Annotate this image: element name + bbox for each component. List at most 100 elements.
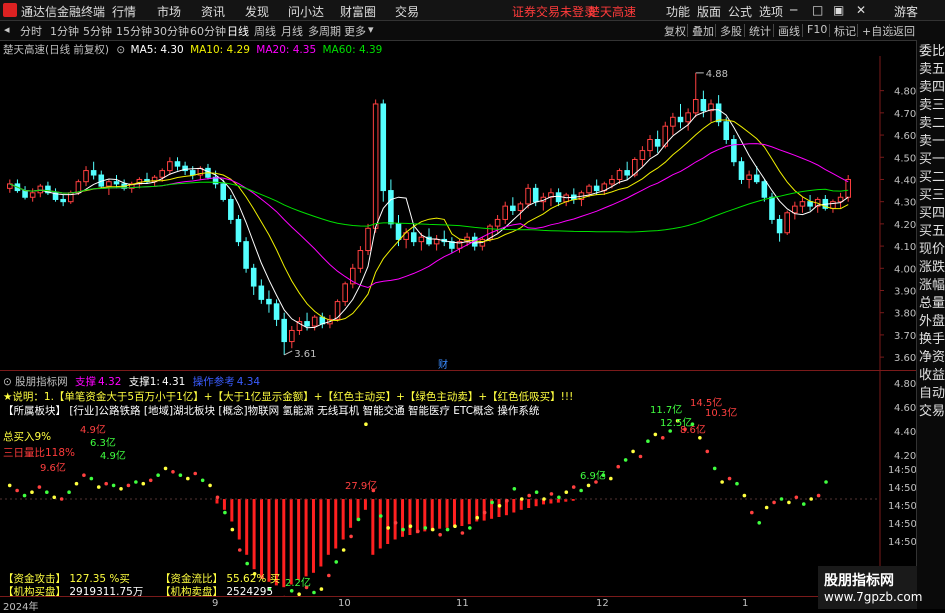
menu-item-layout[interactable]: 版面 xyxy=(697,3,721,20)
side-tab-5[interactable]: 卖一 xyxy=(919,134,945,149)
period-tab-1min[interactable]: 1分钟 xyxy=(50,23,79,39)
side-tab-3[interactable]: 卖三 xyxy=(919,98,945,113)
guest-label[interactable]: 游客 xyxy=(894,3,918,20)
price-tick-label: 4.70 xyxy=(894,109,916,120)
side-tab-7[interactable]: 买二 xyxy=(919,170,945,185)
tool-draw[interactable]: 画线 xyxy=(778,23,800,39)
side-tab-4[interactable]: 卖二 xyxy=(919,116,945,131)
signal-dot xyxy=(141,482,145,486)
signal-dot xyxy=(90,477,94,481)
menu-item-ask[interactable]: 问小达 xyxy=(288,3,324,20)
tool-adjust[interactable]: 复权 xyxy=(664,23,686,39)
signal-dot xyxy=(668,429,672,433)
side-tab-16[interactable]: 换手 xyxy=(919,332,945,347)
signal-dot xyxy=(809,497,813,501)
volume-bar xyxy=(572,499,575,501)
period-tab-daily[interactable]: 日线 xyxy=(227,23,249,39)
side-tab-6[interactable]: 买一 xyxy=(919,152,945,167)
tool-f10[interactable]: F10 xyxy=(807,23,827,36)
signal-dot xyxy=(720,480,724,484)
maximize-icon[interactable]: ▣ xyxy=(833,3,844,17)
side-tab-18[interactable]: 收益 xyxy=(919,368,945,383)
side-tab-11[interactable]: 现价 xyxy=(919,242,945,257)
more-dropdown-icon[interactable]: ▾ xyxy=(368,23,374,36)
side-tab-2[interactable]: 卖四 xyxy=(919,80,945,95)
candle-body xyxy=(777,219,782,232)
menu-item-market[interactable]: 市场 xyxy=(157,3,181,20)
signal-dot xyxy=(550,492,554,496)
indicator-chart[interactable]: 4.804.604.404.2014:5014:5014:5014:5014:5… xyxy=(0,371,916,596)
tool-back[interactable]: 返回 xyxy=(893,23,915,39)
side-tab-10[interactable]: 买五 xyxy=(919,224,945,239)
candle-body xyxy=(434,239,439,243)
side-tab-9[interactable]: 买四 xyxy=(919,206,945,221)
side-tab-1[interactable]: 卖五 xyxy=(919,62,945,77)
period-tab-more[interactable]: 更多 xyxy=(344,23,366,39)
side-tab-15[interactable]: 外盘 xyxy=(919,314,945,329)
period-tab-5min[interactable]: 5分钟 xyxy=(83,23,112,39)
menu-item-wealth[interactable]: 财富圈 xyxy=(340,3,376,20)
period-tab-intraday[interactable]: 分时 xyxy=(20,23,42,39)
login-notice[interactable]: 证券交易未登录 xyxy=(512,3,596,20)
signal-dot xyxy=(386,526,390,530)
tool-multi-stock[interactable]: 多股 xyxy=(720,23,742,39)
side-tab-12[interactable]: 涨跌 xyxy=(919,260,945,275)
volume-bar xyxy=(408,499,411,535)
signal-dot xyxy=(201,479,205,483)
price-tick-label: 3.70 xyxy=(894,331,916,342)
tool-mark[interactable]: 标记 xyxy=(834,23,856,39)
side-tab-17[interactable]: 净资 xyxy=(919,350,945,365)
signal-dot xyxy=(483,511,487,515)
menu-item-trade[interactable]: 交易 xyxy=(395,3,419,20)
volume-bar xyxy=(453,499,456,527)
side-tab-14[interactable]: 总量 xyxy=(919,296,945,311)
volume-bar xyxy=(394,499,397,540)
menu-item-options[interactable]: 选项 xyxy=(759,3,783,20)
volume-bar xyxy=(371,499,374,555)
indicator-time-label: 14:50 xyxy=(888,483,916,494)
candle-body xyxy=(800,202,805,206)
tool-overlay[interactable]: 叠加 xyxy=(692,23,714,39)
candle-body xyxy=(30,193,35,197)
side-tab-19[interactable]: 自动 xyxy=(919,386,945,401)
candle-body xyxy=(312,317,317,326)
x-label-dec: 12 xyxy=(596,598,609,609)
menu-item-formula[interactable]: 公式 xyxy=(728,3,752,20)
signal-dot xyxy=(705,450,709,454)
side-tab-13[interactable]: 涨幅 xyxy=(919,278,945,293)
volume-label: 6.9亿 xyxy=(580,469,606,482)
signal-dot xyxy=(802,502,806,506)
candlestick-chart[interactable]: 4.804.704.604.504.404.304.204.104.003.90… xyxy=(0,56,916,370)
collapse-icon[interactable]: ◂ xyxy=(4,23,10,36)
volume-label: 8.6亿 xyxy=(680,423,706,436)
indicator-scale-label: 4.80 xyxy=(894,379,916,390)
signal-dot xyxy=(82,473,86,477)
price-tick-label: 3.90 xyxy=(894,287,916,298)
candle-body xyxy=(625,171,630,175)
menu-item-discover[interactable]: 发现 xyxy=(245,3,269,20)
close-icon[interactable]: ✕ xyxy=(856,3,866,17)
menu-item-quotes[interactable]: 行情 xyxy=(112,3,136,20)
signal-dot xyxy=(164,467,168,471)
side-tab-20[interactable]: 交易 xyxy=(919,404,945,419)
signal-dot xyxy=(327,574,331,578)
side-tab-0[interactable]: 委比 xyxy=(919,44,945,59)
period-tab-15min[interactable]: 15分钟 xyxy=(116,23,152,39)
period-tab-30min[interactable]: 30分钟 xyxy=(153,23,189,39)
settings-icon[interactable]: ⊙ xyxy=(116,44,125,56)
signal-dot xyxy=(223,511,227,515)
menu-item-function[interactable]: 功能 xyxy=(666,3,690,20)
menu-item-news[interactable]: 资讯 xyxy=(201,3,225,20)
price-tick-label: 4.20 xyxy=(894,220,916,231)
restore-icon[interactable]: □ xyxy=(812,3,823,17)
minimize-icon[interactable]: ─ xyxy=(790,3,797,17)
period-tab-weekly[interactable]: 周线 xyxy=(254,23,276,39)
candle-body xyxy=(846,179,851,197)
period-tab-60min[interactable]: 60分钟 xyxy=(190,23,226,39)
side-tab-8[interactable]: 买三 xyxy=(919,188,945,203)
period-tab-monthly[interactable]: 月线 xyxy=(281,23,303,39)
signal-dot xyxy=(112,484,116,488)
period-tab-multi[interactable]: 多周期 xyxy=(308,23,341,39)
tool-statistics[interactable]: 统计 xyxy=(749,23,771,39)
main-chart-legend: 楚天高速(日线 前复权) ⊙ MA5: 4.30 MA10: 4.29 MA20… xyxy=(3,42,382,57)
